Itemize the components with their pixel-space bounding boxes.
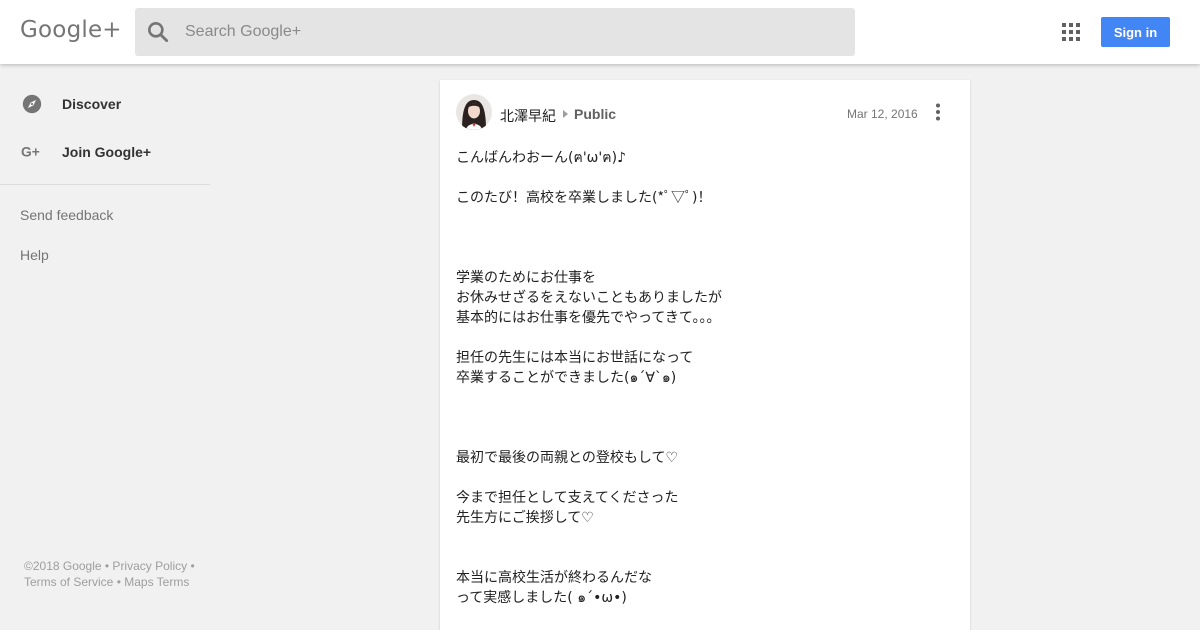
post-text-line: 今まで担任として支えてくださった — [456, 490, 679, 506]
post-card: 北澤早紀 Public Mar 12, 2016 こんばんわおーん(ฅ'ω'ฅ)… — [440, 80, 970, 630]
post-text-line — [456, 428, 956, 448]
visibility-arrow-icon — [563, 110, 568, 118]
sidebar-item-label: Join Google+ — [62, 144, 152, 160]
post-text-line — [456, 388, 956, 408]
sidebar-item-discover[interactable]: Discover — [0, 84, 210, 124]
google-plus-logo[interactable]: Google+ — [20, 17, 122, 43]
post-text-line: って実感しました( ๑´•ω•) — [456, 590, 627, 606]
post-text-line: 学業のためにお仕事を — [456, 270, 596, 286]
post-text-line: 先生方にご挨拶して♡ — [456, 510, 594, 526]
search-icon[interactable] — [145, 19, 171, 45]
post-text-line: 卒業することができました(๑´∀`๑) — [456, 370, 677, 386]
send-feedback-link[interactable]: Send feedback — [20, 207, 113, 223]
search-box[interactable] — [135, 8, 855, 56]
compass-icon — [22, 94, 42, 114]
search-input[interactable] — [185, 8, 835, 56]
post-text-line: こんばんわおーん(ฅ'ω'ฅ)♪ — [456, 150, 627, 166]
sidebar-item-label: Discover — [62, 96, 122, 112]
google-plus-icon: G+ — [21, 145, 40, 160]
post-text-line — [456, 208, 956, 228]
post-text-line — [456, 328, 956, 348]
post-body-text: こんばんわおーん(ฅ'ω'ฅ)♪ このたび！高校を卒業しました(*ﾟ▽ﾟ)！ 学業の… — [456, 148, 956, 608]
sidebar-divider — [0, 184, 210, 185]
post-text-line — [456, 248, 956, 268]
post-text-line — [456, 168, 956, 188]
post-author-name[interactable]: 北澤早紀 — [500, 106, 556, 126]
post-text-line — [456, 528, 956, 548]
post-text-line: 最初で最後の両親との登校もして♡ — [456, 450, 678, 466]
post-date[interactable]: Mar 12, 2016 — [847, 107, 918, 121]
post-visibility: Public — [574, 106, 617, 122]
post-text-line: 担任の先生には本当にお世話になって — [456, 350, 694, 366]
post-text-line: お休みせざるをえないこともありましたが — [456, 290, 722, 306]
author-avatar[interactable] — [456, 94, 492, 130]
more-options-icon[interactable] — [928, 102, 948, 122]
apps-grid-icon[interactable] — [1060, 21, 1082, 43]
top-app-bar: Google+ Sign in — [0, 0, 1200, 64]
post-text-line — [456, 548, 956, 568]
post-text-line — [456, 408, 956, 428]
post-text-line — [456, 228, 956, 248]
post-text-line: このたび！高校を卒業しました(*ﾟ▽ﾟ)！ — [456, 190, 712, 206]
sidebar-item-join-google-plus[interactable]: G+ Join Google+ — [0, 132, 210, 172]
sign-in-button[interactable]: Sign in — [1101, 17, 1170, 47]
post-text-line: 本当に高校生活が終わるんだな — [456, 570, 652, 586]
help-link[interactable]: Help — [20, 247, 49, 263]
svg-text:G+: G+ — [21, 145, 40, 160]
post-text-line — [456, 468, 956, 488]
footer-links[interactable]: ©2018 Google • Privacy Policy • Terms of… — [24, 558, 204, 590]
post-text-line: 基本的にはお仕事を優先でやってきて。。。 — [456, 310, 721, 326]
